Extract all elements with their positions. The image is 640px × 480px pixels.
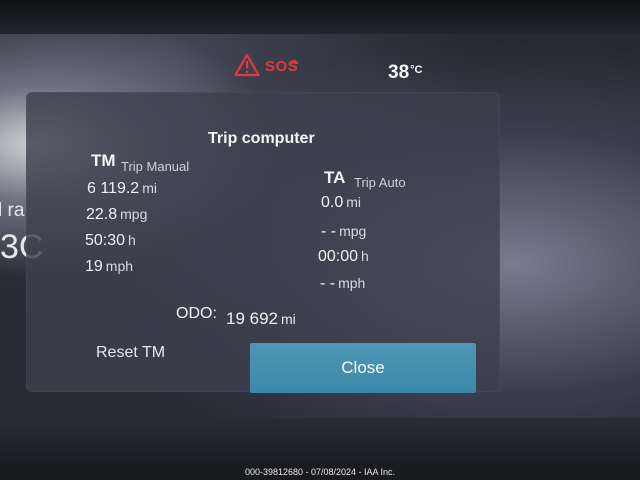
- tm-time-unit: h: [128, 232, 136, 248]
- temperature-unit: °C: [410, 64, 423, 76]
- odometer-unit: mi: [281, 311, 296, 327]
- top-bezel: [0, 0, 640, 34]
- close-button[interactable]: Close: [250, 343, 476, 393]
- ta-time: 00:00 h: [318, 248, 369, 266]
- tm-time-value: 50:30: [85, 232, 126, 249]
- background-rate-text: l ra: [0, 200, 25, 221]
- reset-tm-button[interactable]: Reset TM: [96, 344, 165, 362]
- warning-triangle-icon: [234, 53, 260, 77]
- trip-manual-abbr: TM: [91, 151, 116, 170]
- tm-time: 50:30 h: [85, 232, 136, 250]
- tm-economy-unit: mpg: [120, 206, 148, 222]
- ta-time-value: 00:00: [318, 248, 359, 265]
- tm-speed-value: 19: [85, 258, 103, 275]
- tm-economy-value: 22.8: [86, 206, 118, 223]
- tm-speed: 19 mph: [85, 258, 133, 276]
- temperature-value: 38: [388, 62, 410, 83]
- tm-economy: 22.8 mpg: [86, 206, 147, 224]
- odometer-label: ODO:: [176, 305, 217, 322]
- trip-auto-abbr: TA: [324, 168, 346, 187]
- tm-distance: 6 119.2 mi: [87, 180, 157, 198]
- trip-manual-label: Trip Manual: [121, 159, 190, 174]
- ta-distance: 0.0 mi: [321, 194, 361, 212]
- dialog-title: Trip computer: [208, 130, 315, 147]
- trip-auto-label: Trip Auto: [354, 175, 406, 190]
- close-button-label: Close: [341, 358, 385, 377]
- tm-distance-unit: mi: [142, 180, 157, 196]
- ta-speed: - - mph: [320, 275, 365, 293]
- ta-time-unit: h: [361, 248, 369, 264]
- ta-speed-value: - -: [320, 275, 336, 292]
- ta-economy: - - mpg: [321, 223, 366, 241]
- bottom-bezel: [0, 418, 640, 464]
- watermark-bar: 000-39812680 - 07/08/2024 - IAA Inc.: [0, 464, 640, 480]
- ta-speed-unit: mph: [338, 275, 366, 291]
- tm-distance-value: 6 119.2: [87, 180, 140, 197]
- odometer-reading: 19 692 mi: [226, 309, 296, 329]
- outside-temperature: 38°C: [388, 62, 422, 84]
- ta-distance-unit: mi: [346, 194, 362, 210]
- watermark-text: 000-39812680 - 07/08/2024 - IAA Inc.: [244, 467, 396, 477]
- ta-economy-unit: mpg: [339, 223, 367, 239]
- tm-speed-unit: mph: [105, 258, 134, 274]
- ta-distance-value: 0.0: [321, 194, 344, 211]
- sos-signal-icon: [289, 59, 299, 65]
- odometer-value: 19 692: [226, 309, 278, 328]
- ta-economy-value: - -: [321, 223, 337, 240]
